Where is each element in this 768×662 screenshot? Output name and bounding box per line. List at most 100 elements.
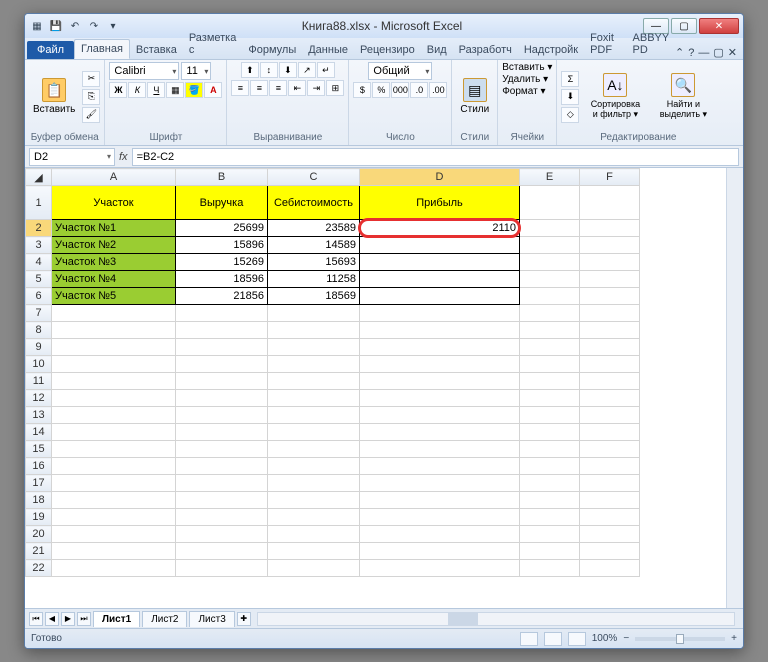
tab-data[interactable]: Данные — [302, 41, 354, 59]
cell-D1[interactable]: Прибыль — [360, 186, 520, 220]
cell-A4[interactable]: Участок №3 — [52, 254, 176, 271]
cell-B2[interactable]: 25699 — [176, 220, 268, 237]
row-header-21[interactable]: 21 — [26, 543, 52, 560]
cell-F5[interactable] — [580, 271, 640, 288]
italic-button[interactable]: К — [128, 82, 146, 98]
align-middle-button[interactable]: ↕ — [260, 62, 278, 78]
align-top-button[interactable]: ⬆ — [241, 62, 259, 78]
row-header-9[interactable]: 9 — [26, 339, 52, 356]
row-header-17[interactable]: 17 — [26, 475, 52, 492]
cut-button[interactable]: ✂ — [82, 71, 100, 87]
fx-icon[interactable]: fx — [119, 151, 128, 163]
paste-button[interactable]: 📋 Вставить — [29, 76, 79, 117]
tab-developer[interactable]: Разработч — [453, 41, 518, 59]
col-header-D[interactable]: D — [360, 169, 520, 186]
cell-F4[interactable] — [580, 254, 640, 271]
cell-E5[interactable] — [520, 271, 580, 288]
tab-home[interactable]: Главная — [74, 39, 130, 59]
cell-D6[interactable] — [360, 288, 520, 305]
align-left-button[interactable]: ≡ — [231, 80, 249, 96]
zoom-level[interactable]: 100% — [592, 633, 618, 644]
cell-C1[interactable]: Себистоимость — [268, 186, 360, 220]
font-color-button[interactable]: A — [204, 82, 222, 98]
last-sheet-button[interactable]: ⏭ — [77, 612, 91, 626]
zoom-slider[interactable] — [635, 637, 725, 641]
close-button[interactable]: ✕ — [699, 18, 739, 34]
worksheet[interactable]: ◢ A B C D E F 1 Участок Выручка Себистои… — [25, 168, 726, 608]
align-center-button[interactable]: ≡ — [250, 80, 268, 96]
page-break-view-button[interactable] — [568, 632, 586, 646]
wrap-text-button[interactable]: ↵ — [317, 62, 335, 78]
tab-pagelayout[interactable]: Разметка с — [183, 29, 243, 59]
cell-E4[interactable] — [520, 254, 580, 271]
insert-cells-button[interactable]: Вставить ▾ — [502, 62, 552, 73]
row-header-14[interactable]: 14 — [26, 424, 52, 441]
select-all-corner[interactable]: ◢ — [26, 169, 52, 186]
row-header-1[interactable]: 1 — [26, 186, 52, 220]
cell-D5[interactable] — [360, 271, 520, 288]
row-header-8[interactable]: 8 — [26, 322, 52, 339]
cell-C6[interactable]: 18569 — [268, 288, 360, 305]
cell-F3[interactable] — [580, 237, 640, 254]
save-icon[interactable]: 💾 — [48, 18, 64, 34]
delete-cells-button[interactable]: Удалить ▾ — [502, 74, 548, 85]
tab-review[interactable]: Рецензиро — [354, 41, 421, 59]
cell-C2[interactable]: 23589 — [268, 220, 360, 237]
styles-button[interactable]: ▤ Стили — [456, 76, 493, 117]
autosum-button[interactable]: Σ — [561, 71, 579, 87]
first-sheet-button[interactable]: ⏮ — [29, 612, 43, 626]
cell-A1[interactable]: Участок — [52, 186, 176, 220]
col-header-B[interactable]: B — [176, 169, 268, 186]
cell-C5[interactable]: 11258 — [268, 271, 360, 288]
align-bottom-button[interactable]: ⬇ — [279, 62, 297, 78]
cell-A6[interactable]: Участок №5 — [52, 288, 176, 305]
next-sheet-button[interactable]: ▶ — [61, 612, 75, 626]
prev-sheet-button[interactable]: ◀ — [45, 612, 59, 626]
decrease-indent-button[interactable]: ⇤ — [288, 80, 306, 96]
copy-button[interactable]: ⎘ — [82, 89, 100, 105]
new-sheet-button[interactable]: ✚ — [237, 612, 251, 626]
increase-indent-button[interactable]: ⇥ — [307, 80, 325, 96]
decrease-decimal-button[interactable]: .00 — [429, 82, 447, 98]
col-header-F[interactable]: F — [580, 169, 640, 186]
cell-F1[interactable] — [580, 186, 640, 220]
name-box[interactable]: D2 — [29, 148, 115, 166]
file-tab[interactable]: Файл — [27, 41, 74, 59]
cell-D2[interactable]: 2110 — [360, 220, 520, 237]
col-header-A[interactable]: A — [52, 169, 176, 186]
row-header-6[interactable]: 6 — [26, 288, 52, 305]
row-header-11[interactable]: 11 — [26, 373, 52, 390]
tab-formulas[interactable]: Формулы — [242, 41, 302, 59]
cell-C3[interactable]: 14589 — [268, 237, 360, 254]
row-header-12[interactable]: 12 — [26, 390, 52, 407]
orientation-button[interactable]: ↗ — [298, 62, 316, 78]
row-header-18[interactable]: 18 — [26, 492, 52, 509]
tab-view[interactable]: Вид — [421, 41, 453, 59]
cell-B4[interactable]: 15269 — [176, 254, 268, 271]
cell-B3[interactable]: 15896 — [176, 237, 268, 254]
row-header-7[interactable]: 7 — [26, 305, 52, 322]
number-format-combo[interactable]: Общий — [368, 62, 432, 80]
cell-E1[interactable] — [520, 186, 580, 220]
format-painter-button[interactable]: 🖌 — [82, 107, 100, 123]
row-header-5[interactable]: 5 — [26, 271, 52, 288]
row-header-4[interactable]: 4 — [26, 254, 52, 271]
row-header-10[interactable]: 10 — [26, 356, 52, 373]
ribbon-minimize-icon[interactable]: ⌃ — [675, 46, 684, 59]
cell-B5[interactable]: 18596 — [176, 271, 268, 288]
row-header-22[interactable]: 22 — [26, 560, 52, 577]
find-select-button[interactable]: 🔍 Найти и выделить ▾ — [651, 71, 715, 122]
cell-D3[interactable] — [360, 237, 520, 254]
tab-insert[interactable]: Вставка — [130, 41, 183, 59]
row-header-15[interactable]: 15 — [26, 441, 52, 458]
row-header-19[interactable]: 19 — [26, 509, 52, 526]
row-header-2[interactable]: 2 — [26, 220, 52, 237]
tab-foxit[interactable]: Foxit PDF — [584, 29, 626, 59]
align-right-button[interactable]: ≡ — [269, 80, 287, 96]
doc-restore-icon[interactable]: ▢ — [713, 46, 723, 59]
cell-B1[interactable]: Выручка — [176, 186, 268, 220]
col-header-E[interactable]: E — [520, 169, 580, 186]
doc-min-icon[interactable]: — — [698, 47, 709, 59]
horizontal-scrollbar[interactable] — [257, 612, 735, 626]
row-header-3[interactable]: 3 — [26, 237, 52, 254]
